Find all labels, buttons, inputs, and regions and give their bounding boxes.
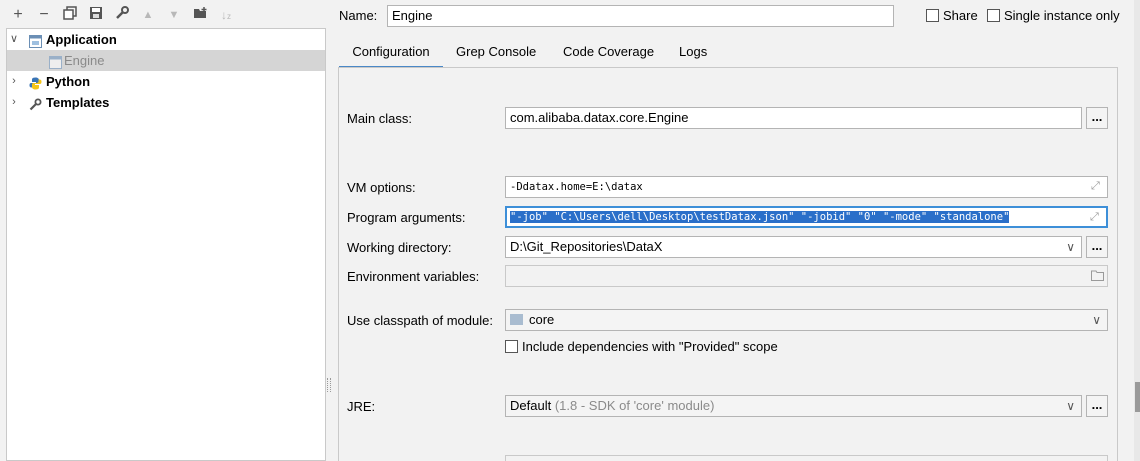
new-folder-icon[interactable] bbox=[191, 6, 209, 24]
run-config-tree-panel: + − ▲ ▼ ↓z ∨ Application Engine › Python… bbox=[0, 0, 326, 461]
add-icon[interactable]: + bbox=[9, 6, 27, 24]
tree-node-label: Python bbox=[46, 74, 91, 89]
chevron-right-icon[interactable]: › bbox=[8, 92, 20, 113]
tree-node-label: Templates bbox=[46, 95, 110, 110]
folder-icon[interactable] bbox=[1091, 270, 1104, 282]
jre-label: JRE: bbox=[347, 399, 376, 414]
vm-options-value: -Ddatax.home=E:\datax bbox=[510, 181, 643, 193]
module-icon bbox=[510, 314, 523, 325]
expand-icon[interactable]: ⤢ bbox=[1091, 180, 1103, 192]
chevron-down-icon[interactable]: ∨ bbox=[1092, 310, 1101, 330]
working-directory-browse-button[interactable]: ... bbox=[1086, 236, 1108, 258]
tree-node-python[interactable]: › Python bbox=[7, 71, 325, 92]
tree-node-application[interactable]: ∨ Application bbox=[7, 29, 325, 50]
classpath-module-value: core bbox=[529, 312, 555, 327]
program-arguments-value: "-job" "C:\Users\dell\Desktop\testDatax.… bbox=[510, 211, 1010, 223]
name-field[interactable]: Engine bbox=[387, 5, 894, 27]
working-directory-value: D:\Git_Repositories\DataX bbox=[510, 239, 663, 254]
remove-icon[interactable]: − bbox=[35, 6, 53, 24]
tree-node-engine[interactable]: Engine bbox=[7, 50, 325, 71]
application-icon bbox=[49, 54, 62, 69]
include-dependencies-label: Include dependencies with "Provided" sco… bbox=[522, 339, 778, 354]
tab-logs[interactable]: Logs bbox=[679, 38, 707, 68]
copy-icon[interactable] bbox=[61, 6, 79, 24]
classpath-module-label: Use classpath of module: bbox=[347, 313, 493, 328]
tab-configuration[interactable]: Configuration bbox=[339, 38, 443, 68]
tree-toolbar: + − ▲ ▼ ↓z bbox=[0, 0, 326, 30]
program-arguments-field[interactable]: "-job" "C:\Users\dell\Desktop\testDatax.… bbox=[505, 206, 1108, 228]
share-checkbox[interactable] bbox=[926, 9, 939, 22]
move-up-icon[interactable]: ▲ bbox=[139, 6, 157, 24]
tree-node-label: Application bbox=[46, 32, 117, 47]
main-class-browse-button[interactable]: ... bbox=[1086, 107, 1108, 129]
tab-code-coverage[interactable]: Code Coverage bbox=[563, 38, 654, 68]
chevron-right-icon[interactable]: › bbox=[8, 71, 20, 92]
expand-icon[interactable]: ⤢ bbox=[1090, 211, 1102, 223]
jre-browse-button[interactable]: ... bbox=[1086, 395, 1108, 417]
application-icon bbox=[29, 33, 42, 48]
vertical-scrollbar[interactable] bbox=[1134, 0, 1140, 461]
chevron-down-icon[interactable]: ∨ bbox=[1066, 396, 1075, 416]
single-instance-label: Single instance only bbox=[1004, 8, 1120, 23]
jre-select[interactable]: Default (1.8 - SDK of 'core' module) ∨ bbox=[505, 395, 1082, 417]
run-config-tree: ∨ Application Engine › Python › Template… bbox=[6, 28, 326, 461]
environment-variables-label: Environment variables: bbox=[347, 269, 480, 284]
chevron-down-icon[interactable]: ∨ bbox=[1066, 237, 1075, 257]
working-directory-select[interactable]: D:\Git_Repositories\DataX ∨ bbox=[505, 236, 1082, 258]
wrench-icon[interactable] bbox=[113, 6, 131, 24]
environment-variables-field[interactable] bbox=[505, 265, 1108, 287]
single-instance-checkbox[interactable] bbox=[987, 9, 1000, 22]
program-arguments-label: Program arguments: bbox=[347, 210, 466, 225]
tree-node-label: Engine bbox=[64, 53, 105, 68]
working-directory-label: Working directory: bbox=[347, 240, 452, 255]
main-class-label: Main class: bbox=[347, 111, 413, 126]
name-label: Name: bbox=[339, 8, 378, 23]
splitter-handle[interactable] bbox=[327, 378, 331, 392]
save-icon[interactable] bbox=[87, 6, 105, 24]
sort-icon[interactable]: ↓z bbox=[217, 6, 235, 24]
vm-options-field[interactable]: -Ddatax.home=E:\datax ⤢ bbox=[505, 176, 1108, 198]
python-icon bbox=[29, 75, 42, 90]
next-field-partial bbox=[505, 455, 1108, 461]
jre-hint: (1.8 - SDK of 'core' module) bbox=[554, 398, 715, 413]
move-down-icon[interactable]: ▼ bbox=[165, 6, 183, 24]
share-label: Share bbox=[943, 8, 978, 23]
tree-node-templates[interactable]: › Templates bbox=[7, 92, 325, 113]
tab-grep-console[interactable]: Grep Console bbox=[456, 38, 536, 68]
include-dependencies-checkbox[interactable] bbox=[505, 340, 518, 353]
vm-options-label: VM options: bbox=[347, 180, 416, 195]
scrollbar-thumb[interactable] bbox=[1135, 382, 1140, 412]
classpath-module-select[interactable]: core ∨ bbox=[505, 309, 1108, 331]
jre-value: Default bbox=[510, 398, 552, 413]
chevron-down-icon[interactable]: ∨ bbox=[8, 29, 20, 50]
wrench-icon bbox=[29, 96, 42, 111]
main-class-field[interactable]: com.alibaba.datax.core.Engine bbox=[505, 107, 1082, 129]
